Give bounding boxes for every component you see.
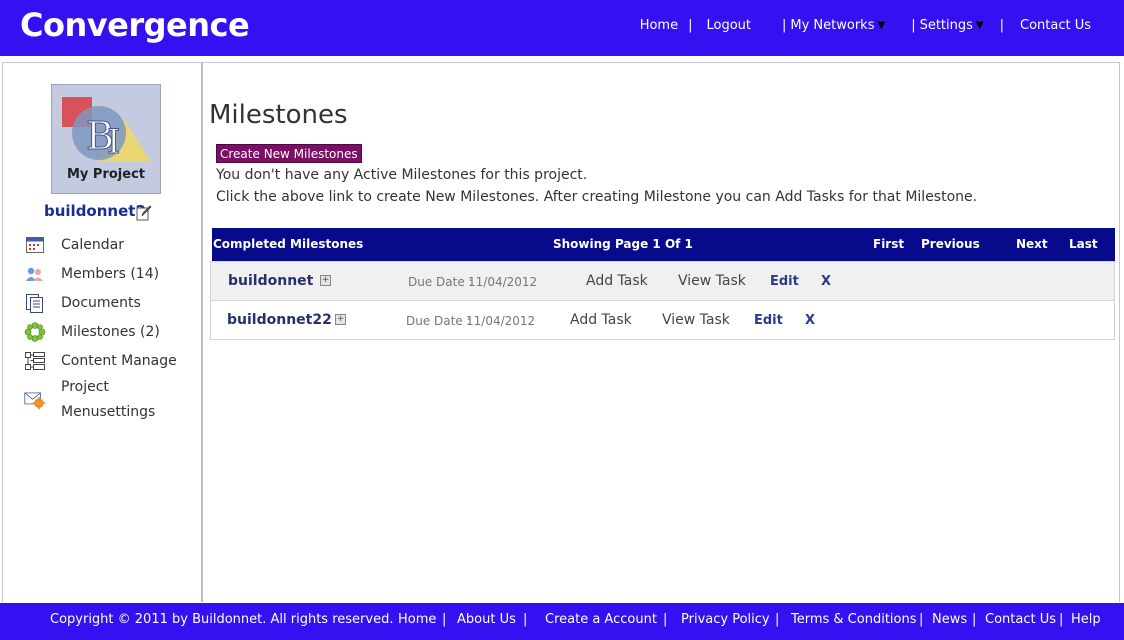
members-icon: [24, 264, 46, 284]
sidebar-item-milestones[interactable]: Milestones (2): [24, 317, 202, 346]
footer-separator: |: [1059, 612, 1064, 627]
nav-contact-us[interactable]: Contact Us: [1020, 18, 1091, 33]
footer-link-home[interactable]: Home: [398, 612, 436, 627]
table-heading: Completed Milestones: [213, 237, 364, 251]
sidebar-item-content-manage[interactable]: Content Manage: [24, 346, 202, 375]
footer-separator: |: [972, 612, 977, 627]
due-date-value: 11/04/2012: [466, 314, 536, 328]
view-task-link[interactable]: View Task: [678, 273, 746, 289]
sidebar-item-label: Menusettings: [61, 404, 156, 420]
edit-link[interactable]: Edit: [770, 274, 799, 289]
copyright-text: Copyright © 2011 by Buildonnet. All righ…: [50, 612, 394, 627]
brand-logo[interactable]: Convergence: [20, 6, 250, 44]
footer-separator: |: [663, 612, 668, 627]
documents-icon: [24, 293, 46, 313]
top-navigation: Home | Logout | My Networks ▼ | Settings…: [640, 0, 1124, 50]
footer-link-contact-us[interactable]: Contact Us: [985, 612, 1056, 627]
create-new-milestones-button[interactable]: Create New Milestones: [216, 144, 362, 163]
due-date-label: Due Date :: [408, 275, 473, 289]
sidebar-item-documents[interactable]: Documents: [24, 288, 202, 317]
footer-link-create-account[interactable]: Create a Account: [545, 612, 657, 627]
nav-separator: |: [688, 17, 693, 33]
project-name-link[interactable]: buildonnet2: [44, 202, 146, 220]
content-manage-icon: [24, 351, 46, 371]
nav-separator: |: [911, 17, 916, 33]
no-active-milestones-message: You don't have any Active Milestones for…: [216, 167, 588, 183]
milestones-table-header: Completed Milestones Showing Page 1 Of 1…: [212, 228, 1115, 261]
sidebar: B I My Project buildonnet2 Calendar Memb…: [2, 62, 203, 602]
sidebar-item-label: Content Manage: [61, 352, 177, 369]
project-thumbnail-caption: My Project: [67, 167, 145, 182]
sidebar-item-label: Calendar: [61, 236, 124, 253]
footer-link-terms[interactable]: Terms & Conditions: [791, 612, 917, 627]
chevron-down-icon[interactable]: ▼: [877, 20, 885, 31]
footer-link-news[interactable]: News: [932, 612, 967, 627]
sidebar-menu: Calendar Members (14) Documents Mileston…: [24, 230, 202, 425]
nav-separator: |: [782, 17, 787, 33]
table-row: buildonnet22 + Due Date : 11/04/2012 Add…: [210, 300, 1115, 340]
milestones-icon: [24, 321, 46, 342]
due-date-label: Due Date :: [406, 314, 471, 328]
pager-next-link[interactable]: Next: [1016, 237, 1048, 251]
sidebar-item-project-menusettings[interactable]: Project Menusettings: [24, 375, 202, 425]
instructions-message: Click the above link to create New Miles…: [216, 189, 978, 205]
footer: Copyright © 2011 by Buildonnet. All righ…: [0, 603, 1124, 640]
footer-link-privacy-policy[interactable]: Privacy Policy: [681, 612, 770, 627]
sidebar-item-label: Members (14): [61, 265, 160, 282]
sidebar-item-label: Project: [61, 379, 109, 395]
delete-link[interactable]: X: [821, 274, 831, 289]
page-title: Milestones: [209, 100, 348, 130]
sidebar-item-label: Milestones (2): [61, 323, 160, 340]
add-task-link[interactable]: Add Task: [570, 312, 632, 328]
page-info: Showing Page 1 Of 1: [553, 237, 693, 251]
footer-separator: |: [919, 612, 924, 627]
chevron-down-icon[interactable]: ▼: [976, 20, 984, 31]
top-header: Convergence Home | Logout | My Networks …: [0, 0, 1124, 56]
footer-link-about-us[interactable]: About Us: [457, 612, 516, 627]
sidebar-item-calendar[interactable]: Calendar: [24, 230, 202, 259]
calendar-icon: [24, 235, 46, 255]
footer-link-help[interactable]: Help: [1071, 612, 1101, 627]
sidebar-item-members[interactable]: Members (14): [24, 259, 202, 288]
expand-plus-icon[interactable]: +: [335, 314, 346, 325]
footer-separator: |: [523, 612, 528, 627]
project-thumbnail[interactable]: B I My Project: [51, 84, 161, 194]
view-task-link[interactable]: View Task: [662, 312, 730, 328]
add-task-link[interactable]: Add Task: [586, 273, 648, 289]
nav-settings[interactable]: Settings: [920, 18, 973, 33]
milestone-name-link[interactable]: buildonnet22: [227, 312, 332, 328]
edit-link[interactable]: Edit: [754, 313, 783, 328]
pager-previous-link[interactable]: Previous: [921, 237, 980, 251]
delete-link[interactable]: X: [805, 313, 815, 328]
due-date-value: 11/04/2012: [468, 275, 538, 289]
menusettings-icon: [24, 390, 46, 410]
svg-text:I: I: [107, 122, 120, 162]
milestone-name-link[interactable]: buildonnet: [228, 273, 313, 289]
edit-pencil-icon[interactable]: [136, 205, 152, 221]
table-row: buildonnet + Due Date : 11/04/2012 Add T…: [210, 261, 1115, 301]
nav-separator: |: [999, 17, 1004, 33]
nav-my-networks[interactable]: My Networks: [790, 18, 874, 33]
nav-home[interactable]: Home: [640, 18, 678, 33]
expand-plus-icon[interactable]: +: [320, 275, 331, 286]
pager-last-link[interactable]: Last: [1069, 237, 1098, 251]
footer-separator: |: [442, 612, 447, 627]
pager-first-link[interactable]: First: [873, 237, 904, 251]
footer-separator: |: [775, 612, 780, 627]
nav-logout[interactable]: Logout: [706, 18, 751, 33]
sidebar-item-label: Documents: [61, 294, 141, 311]
